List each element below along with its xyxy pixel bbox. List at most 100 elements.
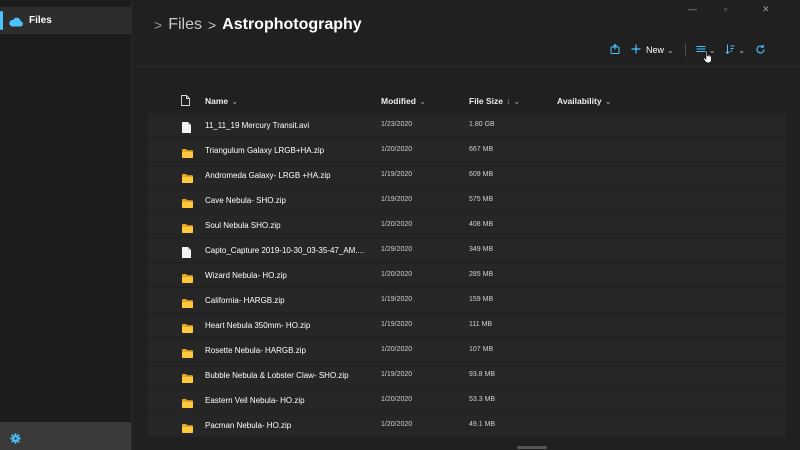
scrollbar-thumb[interactable] [517, 446, 547, 449]
file-type-header-icon [181, 93, 190, 111]
chevron-down-icon: ⌄ [604, 96, 612, 106]
column-header-availability[interactable]: Availability ⌄ [557, 96, 612, 107]
breadcrumb-item-current: Astrophotography [222, 16, 362, 33]
file-size: 667 MB [469, 146, 494, 153]
table-row[interactable]: Pacman Nebula- HO.zip 1/20/2020 49.1 MB [148, 413, 786, 437]
minimize-button[interactable]: — [688, 4, 697, 14]
gear-icon[interactable] [10, 431, 21, 449]
table-row[interactable]: Andromeda Galaxy- LRGB +HA.zip 1/19/2020 6… [148, 163, 786, 187]
table-row[interactable]: Heart Nebula 350mm- HO.zip 1/19/2020 111 M… [148, 313, 786, 337]
file-modified: 1/20/2020 [381, 421, 413, 428]
share-button[interactable] [610, 43, 620, 56]
folder-icon [182, 370, 193, 388]
sidebar-footer [0, 422, 131, 450]
folder-icon [182, 270, 193, 288]
sort-icon [725, 44, 735, 56]
chevron-down-icon: ⌄ [738, 45, 746, 55]
table-row[interactable]: Triangulum Galaxy LRGB+HA.zip 1/20/2020 66… [148, 138, 786, 162]
file-name: Eastern Veil Nebula- HO.zip [205, 396, 305, 405]
file-modified: 1/20/2020 [381, 396, 413, 403]
file-modified: 1/20/2020 [381, 271, 413, 278]
close-button[interactable]: ✕ [762, 4, 770, 15]
chevron-down-icon: ⌄ [513, 96, 521, 106]
file-size: 408 MB [469, 221, 494, 228]
plus-icon [631, 44, 641, 56]
table-row[interactable]: Capto_Capture 2019-10-30_03-35-47_AM....… [148, 238, 786, 262]
file-size: 159 MB [469, 296, 494, 303]
sort-descending-icon: ↓ [506, 96, 511, 106]
file-size: 53.3 MB [469, 396, 496, 403]
column-header-label: Availability [557, 96, 602, 106]
folder-icon [182, 345, 193, 363]
file-icon [182, 120, 191, 138]
cloud-icon [8, 14, 23, 32]
table-row[interactable]: Eastern Veil Nebula- HO.zip 1/20/2020 53.3… [148, 388, 786, 412]
column-header-modified[interactable]: Modified ⌄ [381, 96, 426, 107]
table-row[interactable]: Rosette Nebula- HARGB.zip 1/20/2020 107 MB [148, 338, 786, 362]
file-modified: 1/23/2020 [381, 121, 413, 128]
maximize-button[interactable]: ▫ [724, 4, 727, 14]
file-size: 349 MB [469, 246, 494, 253]
file-modified: 1/19/2020 [381, 196, 413, 203]
file-name: Andromeda Galaxy- LRGB +HA.zip [205, 171, 331, 180]
chevron-right-icon: > [154, 17, 163, 33]
file-name: Capto_Capture 2019-10-30_03-35-47_AM.... [205, 246, 365, 255]
table-row[interactable]: 11_11_19 Mercury Transit.avi 1/23/2020 1.8… [148, 113, 786, 137]
file-size: 111 MB [469, 321, 493, 328]
file-name: Bubble Nebula & Lobster Claw- SHO.zip [205, 371, 349, 380]
file-modified: 1/20/2020 [381, 221, 413, 228]
column-header-label: Name [205, 96, 229, 106]
chevron-down-icon: ⌄ [231, 96, 239, 106]
table-row[interactable]: California- HARGB.zip 1/19/2020 159 MB [148, 288, 786, 312]
file-name: Wizard Nebula- HO.zip [205, 271, 287, 280]
folder-icon [182, 170, 193, 188]
sidebar-item-label: Files [29, 15, 52, 26]
column-header-label: Modified [381, 96, 416, 106]
table-row[interactable]: Bubble Nebula & Lobster Claw- SHO.zip 1/1… [148, 363, 786, 387]
chevron-down-icon: ⌄ [418, 96, 427, 106]
file-size: 107 MB [469, 346, 494, 353]
file-name: Cave Nebula- SHO.zip [205, 196, 286, 205]
table-row[interactable]: Wizard Nebula- HO.zip 1/20/2020 285 MB [148, 263, 786, 287]
file-size: 1.80 GB [469, 121, 495, 128]
refresh-icon [755, 44, 766, 57]
file-name: Triangulum Galaxy LRGB+HA.zip [205, 146, 325, 155]
folder-icon [182, 145, 193, 163]
table-header: Name ⌄ Modified ⌄ File Size ↓ ⌄ Availability… [132, 92, 800, 108]
folder-icon [182, 295, 193, 313]
column-header-file-size[interactable]: File Size ↓ ⌄ [469, 96, 520, 107]
file-size: 575 MB [469, 196, 494, 203]
toolbar: New ⌄ ⌄ ⌄ [610, 42, 766, 58]
sort-button[interactable]: ⌄ [725, 44, 745, 56]
folder-icon [182, 220, 193, 238]
breadcrumb: > Files > Astrophotography [154, 16, 362, 34]
table-row[interactable]: Cave Nebula- SHO.zip 1/19/2020 575 MB [148, 188, 786, 212]
breadcrumb-item-files[interactable]: Files [168, 16, 202, 34]
toolbar-divider [684, 43, 686, 57]
new-button-label: New [646, 45, 665, 55]
refresh-button[interactable] [755, 44, 766, 57]
divider [132, 66, 800, 67]
file-modified: 1/19/2020 [381, 296, 413, 303]
file-size: 285 MB [469, 271, 494, 278]
chevron-down-icon: ⌄ [667, 45, 674, 55]
selection-indicator [0, 11, 3, 30]
file-modified: 1/29/2020 [381, 246, 413, 253]
folder-icon [182, 395, 193, 413]
file-icon [182, 245, 191, 263]
column-header-name[interactable]: Name ⌄ [205, 96, 238, 107]
file-name: California- HARGB.zip [205, 296, 285, 305]
folder-icon [182, 195, 193, 213]
folder-icon [182, 320, 193, 338]
sidebar-item-files[interactable]: Files [0, 7, 131, 34]
file-size: 49.1 MB [469, 421, 496, 428]
new-button[interactable]: New ⌄ [631, 44, 674, 56]
file-name: Pacman Nebula- HO.zip [205, 421, 292, 430]
table-row[interactable]: Soul Nebula SHO.zip 1/20/2020 408 MB [148, 213, 786, 237]
file-modified: 1/20/2020 [381, 346, 413, 353]
file-name: Heart Nebula 350mm- HO.zip [205, 321, 311, 330]
file-modified: 1/19/2020 [381, 371, 413, 378]
column-header-label: File Size [469, 96, 504, 106]
main-pane: — ▫ ✕ > Files > Astrophotography New ⌄ ⌄ [132, 0, 800, 450]
folder-icon [182, 420, 193, 438]
